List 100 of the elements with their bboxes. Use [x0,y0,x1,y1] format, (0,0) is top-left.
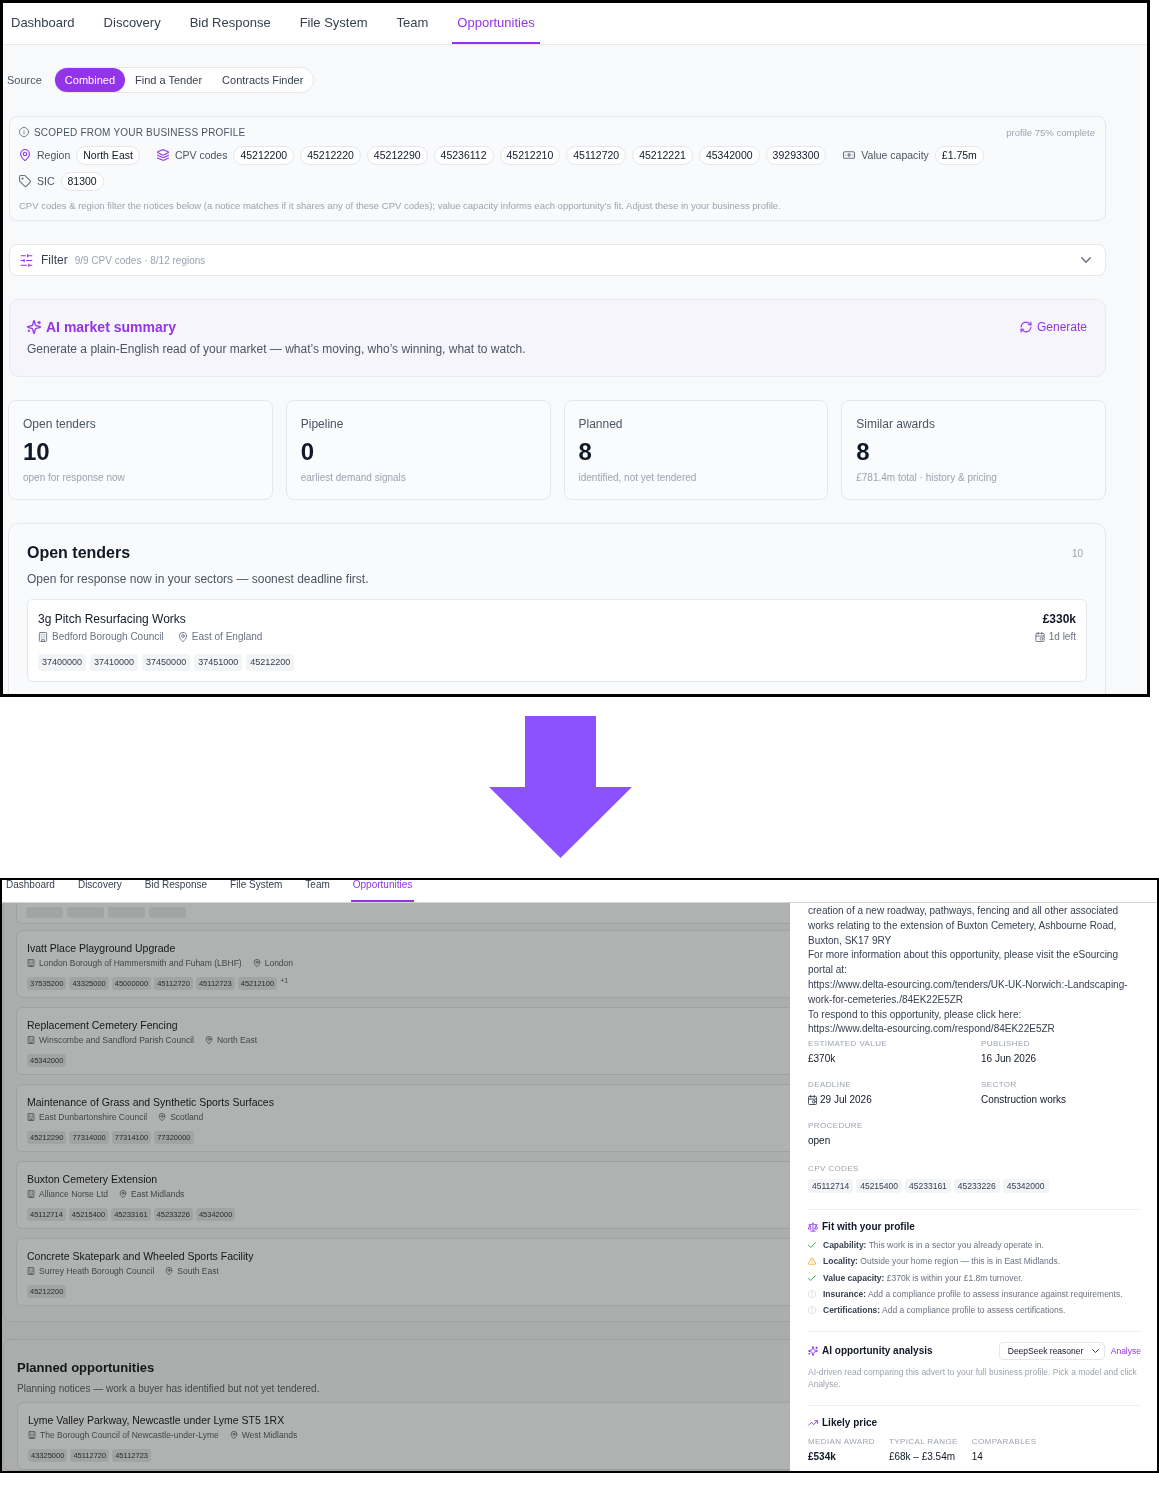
cpv-code: 45233226 [953,1179,1000,1194]
criteria-label: CPV codes [174,149,228,161]
buyer-name: East Dunbartonshire Council [39,1111,148,1123]
criteria-label: Region [37,149,71,161]
chevron-down-icon [1091,1349,1099,1354]
model-select[interactable]: DeepSeek reasoner [998,1342,1105,1361]
map-pin-icon [158,1113,167,1121]
check-icon [808,1241,816,1250]
ai-analysis-title: AI opportunity analysis [822,1344,933,1359]
price-stat-value: £534k [808,1450,836,1464]
field-label: SECTOR [981,1080,1017,1091]
section-title: Planned opportunities [17,1360,155,1376]
building-icon [27,1113,35,1121]
source-option[interactable]: Contracts Finder [212,68,314,92]
nav-tab[interactable]: Opportunities [452,3,540,44]
building-icon [27,1267,35,1275]
check-icon [808,1273,816,1282]
nav-tab[interactable]: Dashboard [6,3,80,44]
map-pin-icon [177,632,188,642]
tender-count: 10 [1071,547,1083,559]
tender-title: Replacement Cemetery Fencing [27,1018,178,1032]
description-text: https://www.delta-esourcing.com/tenders/UK-UK-Norwich:-Landscaping-work-for-cemeteries./84EK22E5ZR [808,978,1129,1007]
fit-title: Fit with your profile [822,1220,915,1235]
tender-value: £330k [1042,611,1076,627]
nav-tab[interactable]: Dashboard [4,880,57,902]
criteria-label: Value capacity [861,149,929,161]
nav-tab[interactable]: Bid Response [184,3,276,44]
buyer-name: Bedford Borough Council [52,630,164,644]
info-icon [19,127,29,137]
map-pin-icon [229,1431,238,1439]
criteria-value: 45342000 [698,145,760,165]
nav-tab[interactable]: Bid Response [142,880,210,902]
profile-note: CPV codes & region filter the notices below (a notice matches if it shares any of these CPV codes); value capacity informs each opportunity’s fit. Adjust these in your business profile. [19,199,782,212]
nav-tab[interactable]: Team [391,3,434,44]
nav-tab[interactable]: File System [228,880,285,902]
sparkle-icon [808,1346,818,1357]
cpv-code: 37410000 [90,654,139,671]
field-label: CPV CODES [808,1164,859,1175]
tag-icon [19,175,31,187]
tender-title: Lyme Valley Parkway, Newcastle under Lyme ST5 1RX [28,1413,285,1427]
fit-check-text: Value capacity: £370k is within your £1.8m turnover. [823,1271,1023,1284]
map-pin-icon [252,959,261,967]
buyer-name: Winscombe and Sandford Parish Council [39,1034,194,1046]
cpv-code: 45233161 [905,1179,951,1194]
region-name: East of England [191,630,263,644]
cpv-code: 45112714 [808,1179,854,1194]
criteria-value: 81300 [60,171,104,191]
cpv-code: 37400000 [38,654,87,671]
section-subtitle: Planning notices — work a buyer has identified but not yet tendered. [17,1382,320,1395]
map-pin-icon [204,1036,213,1044]
cpv-code: 45215400 [856,1179,902,1194]
description-text: To respond to this opportunity, please click here: [808,1007,1022,1022]
buyer-name: Alliance Norse Ltd [39,1188,108,1200]
field-label: DEADLINE [808,1080,852,1091]
help-icon [808,1290,816,1299]
generate-button[interactable]: Generate [1019,320,1087,334]
scales-icon [808,1222,818,1233]
region-name: East Midlands [131,1188,185,1200]
nav-tab[interactable]: Discovery [75,880,124,902]
map-pin-icon [19,149,31,161]
section-subtitle: Open for response now in your sectors — soonest deadline first. [27,571,370,587]
tender-title: 3g Pitch Resurfacing Works [38,611,186,627]
filter-bar[interactable]: Filter 9/9 CPV codes · 8/12 regions [9,244,1106,276]
analyse-button[interactable]: Analyse [1110,1346,1141,1357]
field-value: open [808,1134,831,1149]
building-icon [38,632,48,642]
price-stat-value: £68k – £3.54m [888,1450,956,1464]
nav-tab[interactable]: Discovery [98,3,166,44]
stat-value: 8 [856,438,870,466]
source-option[interactable]: Combined [54,68,125,92]
buyer-name: Surrey Heath Borough Council [39,1265,155,1277]
profile-completion: profile 75% complete [1006,126,1095,138]
fit-check-text: Locality: Outside your home region — this is in East Midlands. [823,1255,1061,1268]
nav-tab[interactable]: File System [294,3,373,44]
description-text: For more information about this opportunity, please visit the eSourcing portal at: [808,948,1119,978]
region-name: North East [216,1034,258,1046]
description-text: https://www.delta-esourcing.com/respond/84EK22E5ZR [808,1022,1055,1037]
field-value: 29 Jul 2026 [820,1093,872,1108]
stat-label: Planned [578,416,623,432]
source-option[interactable]: Find a Tender [125,68,213,92]
stat-caption: earliest demand signals [300,471,406,485]
source-label: Source [7,74,42,86]
tender-card[interactable]: 3g Pitch Resurfacing Works Bedford Borough Council East of England 37400000 37410000 37450000 37451000 45212200 £330k 1d left [27,599,1087,682]
likely-price-title: Likely price [822,1416,878,1431]
nav-tab[interactable]: Team [303,880,332,902]
map-pin-icon [119,1190,127,1198]
fit-check-text: Certifications: Add a compliance profile to assess certifications. [823,1304,1066,1317]
criteria-value: 45212290 [366,145,428,165]
stat-caption: identified, not yet tendered [578,471,697,485]
criteria-value: 45112720 [566,145,627,165]
profile-scope-heading: SCOPED FROM YOUR BUSINESS PROFILE [34,126,246,138]
criteria-value: 45212221 [632,145,693,165]
calendar-icon [1034,632,1045,642]
trend-up-icon [808,1418,818,1429]
map-pin-icon [165,1267,174,1275]
price-stat-value: 14 [971,1450,983,1464]
criteria-value: 45212200 [233,145,295,165]
tender-title: Concrete Skatepark and Wheeled Sports Facility [27,1249,254,1263]
criteria-value: £1.75m [934,145,984,165]
building-icon [27,1036,35,1044]
